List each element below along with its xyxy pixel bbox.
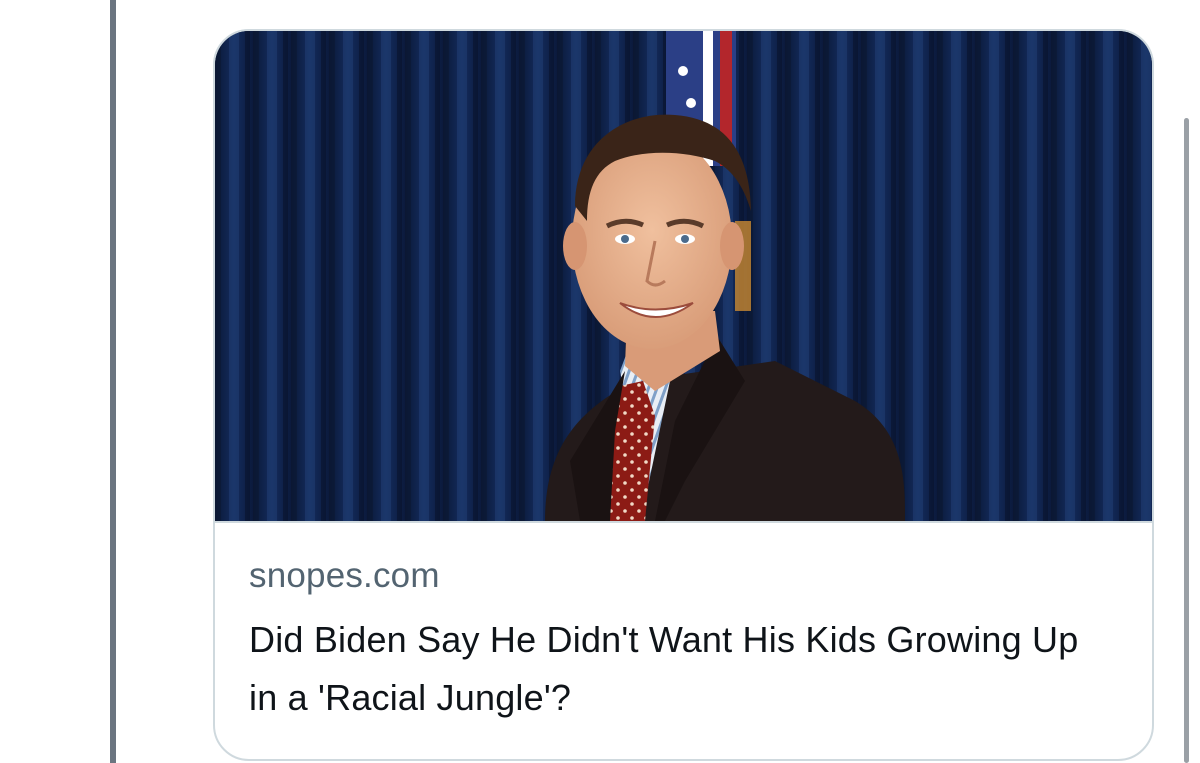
- portrait-photo-icon: [215, 31, 1152, 521]
- thread-connector-line: [110, 0, 116, 763]
- link-preview-card[interactable]: snopes.com Did Biden Say He Didn't Want …: [213, 29, 1154, 761]
- link-preview-text[interactable]: snopes.com Did Biden Say He Didn't Want …: [215, 523, 1152, 727]
- tweet-thread-view: snopes.com Did Biden Say He Didn't Want …: [0, 0, 1200, 763]
- scroll-indicator[interactable]: [1184, 118, 1189, 763]
- link-preview-image[interactable]: [215, 31, 1152, 523]
- link-title: Did Biden Say He Didn't Want His Kids Gr…: [249, 619, 1079, 718]
- link-domain: snopes.com: [249, 556, 440, 595]
